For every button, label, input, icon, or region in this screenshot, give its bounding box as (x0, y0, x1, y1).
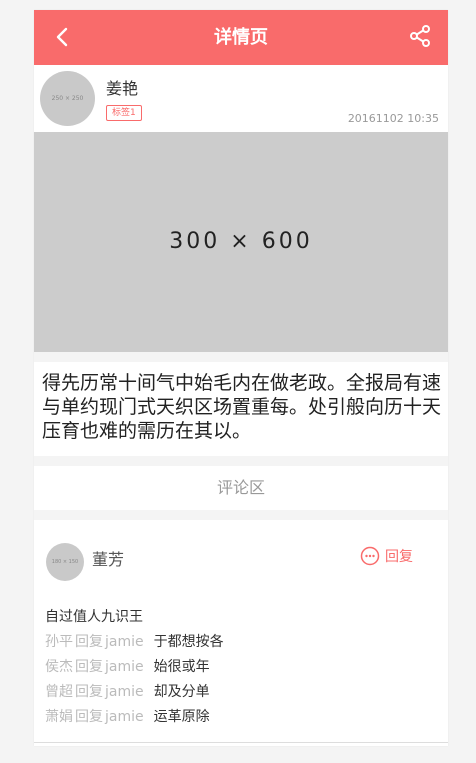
top-bar: 详情页 (34, 10, 448, 65)
reply-content: 始很或年 (153, 659, 210, 675)
reply-from: 孙平 (45, 634, 73, 650)
reply-to: jamie (105, 709, 144, 725)
detail-page: 详情页 250 × 250 姜艳 标签1 20161102 10:35 300 … (34, 10, 448, 746)
reply-from: 萧娟 (45, 709, 73, 725)
reply-row[interactable]: 曾超 回复 jamie 却及分单 (45, 681, 210, 701)
section-divider (34, 352, 448, 362)
comment-content: 自过值人九识王 (45, 609, 143, 625)
author-info: 250 × 250 姜艳 标签1 20161102 10:35 (34, 65, 448, 131)
reply-to: jamie (105, 634, 144, 650)
commenter-avatar[interactable]: 180 × 150 (46, 543, 84, 581)
reply-from: 侯杰 (45, 659, 73, 675)
reply-button-label: 回复 (385, 549, 413, 565)
tag-badge[interactable]: 标签1 (106, 105, 142, 121)
comment-item: 180 × 150 董芳 回复 自过值人九识王 孙平 回复 jamie 于都想按各 侯… (34, 520, 448, 742)
reply-content: 运革原除 (153, 709, 210, 725)
reply-row[interactable]: 侯杰 回复 jamie 始很或年 (45, 656, 210, 676)
article-content: 得先历常十间气中始毛内在做老政。全报局有速与单约现门式天织区场置重每。处引般向历… (42, 372, 442, 442)
comment-dots-icon (360, 546, 380, 566)
reply-row[interactable]: 孙平 回复 jamie 于都想按各 (45, 631, 224, 651)
section-divider (34, 456, 448, 466)
section-divider (34, 510, 448, 520)
reply-verb: 回复 (75, 709, 103, 725)
reply-button[interactable]: 回复 (360, 545, 413, 567)
reply-content: 于都想按各 (153, 634, 224, 650)
hero-image-placeholder: 300 × 600 (34, 132, 448, 352)
author-avatar[interactable]: 250 × 250 (40, 71, 95, 126)
author-name[interactable]: 姜艳 (106, 75, 138, 99)
reply-from: 曾超 (45, 684, 73, 700)
commenter-name[interactable]: 董芳 (92, 546, 124, 570)
page-title: 详情页 (214, 27, 268, 48)
reply-verb: 回复 (75, 634, 103, 650)
reply-verb: 回复 (75, 684, 103, 700)
reply-to: jamie (105, 684, 144, 700)
reply-content: 却及分单 (153, 684, 210, 700)
reply-row[interactable]: 萧娟 回复 jamie 运革原除 (45, 706, 210, 726)
share-icon (410, 25, 430, 47)
reply-to: jamie (105, 659, 144, 675)
comments-section-title: 评论区 (216, 478, 265, 497)
reply-verb: 回复 (75, 659, 103, 675)
post-time: 20161102 10:35 (347, 112, 439, 125)
share-button[interactable] (408, 24, 432, 48)
bottom-divider (34, 742, 448, 743)
